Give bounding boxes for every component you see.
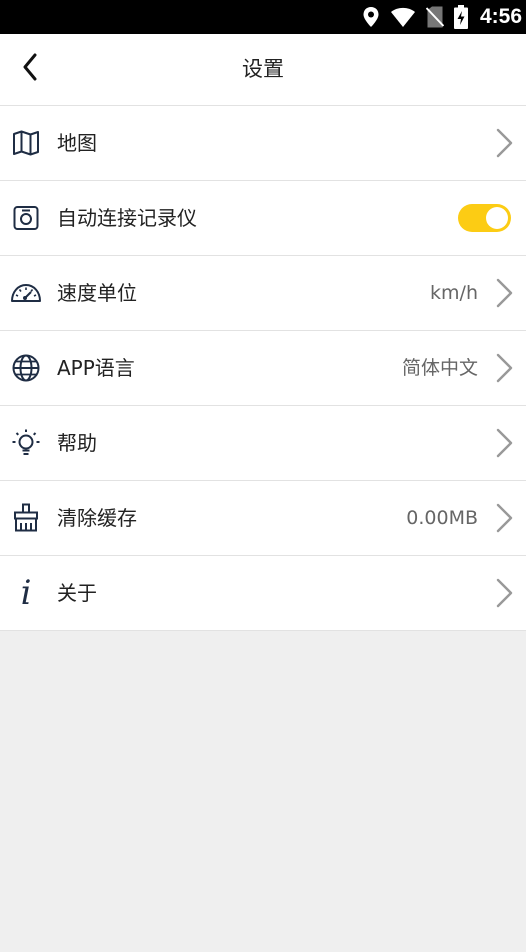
status-bar: 4:56 — [0, 0, 526, 34]
toggle-knob — [486, 207, 508, 229]
settings-row-value: 简体中文 — [401, 357, 478, 379]
settings-row-label: 地图 — [57, 131, 97, 155]
settings-row-help[interactable]: 帮助 — [0, 406, 526, 481]
settings-row-app-language[interactable]: APP语言 简体中文 — [0, 331, 526, 406]
status-time: 4:56 — [479, 5, 522, 28]
chevron-right-icon — [494, 128, 514, 158]
broom-icon — [10, 503, 42, 533]
wifi-icon — [390, 6, 416, 28]
settings-row-clear-cache[interactable]: 清除缓存 0.00MB — [0, 481, 526, 556]
settings-row-value: km/h — [430, 282, 478, 304]
map-icon — [10, 128, 42, 158]
page-title: 设置 — [242, 57, 284, 81]
no-sim-icon — [425, 6, 444, 28]
settings-row-auto-connect: 自动连接记录仪 — [0, 181, 526, 256]
battery-charging-icon — [453, 5, 468, 29]
header: 设置 — [0, 34, 526, 106]
settings-row-label: 关于 — [57, 581, 97, 605]
settings-list: 地图 自动连接记录仪 速度单位 km/h APP语言 简体中文 帮助 清除缓存 … — [0, 106, 526, 631]
status-icons: 4:56 — [362, 0, 522, 34]
settings-row-label: 清除缓存 — [57, 506, 137, 530]
info-icon: i — [20, 573, 32, 613]
settings-row-label: 帮助 — [57, 431, 97, 455]
settings-row-value: 0.00MB — [406, 507, 478, 529]
chevron-right-icon — [494, 428, 514, 458]
chevron-right-icon — [494, 278, 514, 308]
globe-icon — [10, 353, 42, 383]
settings-row-label: 自动连接记录仪 — [57, 206, 197, 230]
speedometer-icon — [10, 278, 42, 308]
lightbulb-icon — [10, 428, 42, 458]
chevron-right-icon — [494, 503, 514, 533]
location-icon — [362, 6, 380, 28]
camera-recorder-icon — [10, 203, 42, 233]
settings-row-map[interactable]: 地图 — [0, 106, 526, 181]
settings-row-speed-unit[interactable]: 速度单位 km/h — [0, 256, 526, 331]
chevron-right-icon — [494, 578, 514, 608]
settings-row-label: APP语言 — [57, 356, 135, 380]
chevron-right-icon — [494, 353, 514, 383]
settings-row-label: 速度单位 — [57, 281, 137, 305]
auto-connect-toggle[interactable] — [458, 204, 511, 232]
settings-row-about[interactable]: i 关于 — [0, 556, 526, 631]
